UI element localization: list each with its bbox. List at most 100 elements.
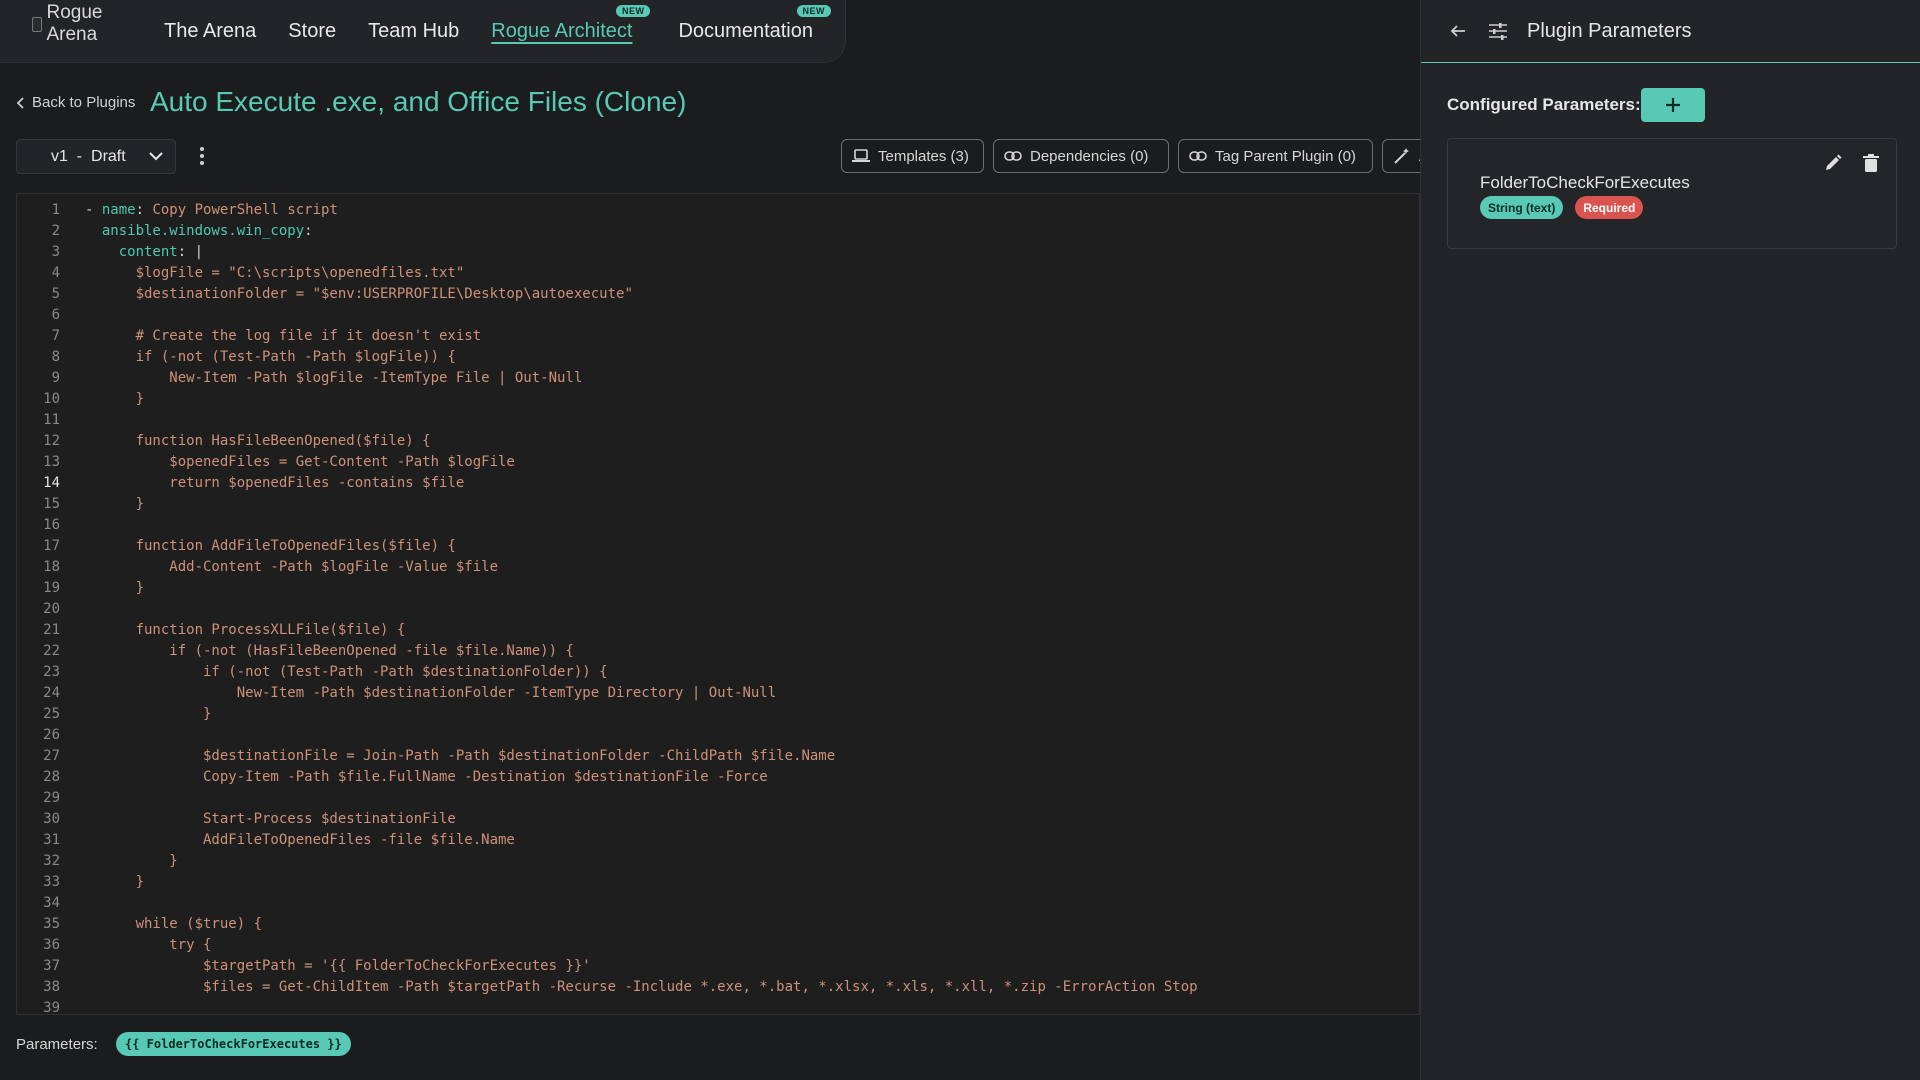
code-line[interactable]: 34 [17,893,1419,914]
edit-parameter-button[interactable] [1822,152,1844,174]
code-line[interactable]: 32 } [17,851,1419,872]
line-number: 4 [51,265,60,281]
parameter-chip[interactable]: {{ FolderToCheckForExecutes }} [116,1032,351,1056]
code-line[interactable]: 10 } [17,389,1419,410]
code-line[interactable]: 18 Add-Content -Path $logFile -Value $fi… [17,557,1419,578]
code-line[interactable]: 6 [17,305,1419,326]
templates-label: Templates (3) [878,147,969,165]
nav-item-label: Team Hub [368,19,460,42]
line-number: 31 [43,832,60,848]
line-number: 18 [43,559,60,575]
code-line[interactable]: 30 Start-Process $destinationFile [17,809,1419,830]
code-text: if (-not (HasFileBeenOpened -file $file.… [85,643,574,659]
app-root: Rogue Arena The Arena Store Team Hub Rog… [0,0,1920,1080]
more-options-button[interactable] [192,143,212,169]
nav-item-documentation[interactable]: Documentation NEW [678,4,831,43]
pencil-icon [1826,154,1842,170]
code-editor[interactable]: 1 - name: Copy PowerShell script 2 ansible… [16,193,1420,1015]
templates-button[interactable]: Templates (3) [841,139,984,173]
code-line[interactable]: 23 if (-not (Test-Path -Path $destinatio… [17,662,1419,683]
code-line[interactable]: 20 [17,599,1419,620]
code-line[interactable]: 24 New-Item -Path $destinationFolder -It… [17,683,1419,704]
nav-item-rogue-architect[interactable]: Rogue Architect NEW [491,4,651,43]
code-line[interactable]: 28 Copy-Item -Path $file.FullName -Desti… [17,767,1419,788]
required-badge: Required [1575,196,1644,219]
code-line[interactable]: 33 } [17,872,1419,893]
code-line[interactable]: 39 [17,998,1419,1015]
ai-assist-button[interactable]: A [1382,139,1420,173]
type-badge: String (text) [1480,196,1564,219]
code-line[interactable]: 29 [17,788,1419,809]
version-select-value: v1 - Draft [51,147,126,165]
code-line[interactable]: 27 $destinationFile = Join-Path -Path $d… [17,746,1419,767]
kebab-dot [200,161,204,165]
code-line[interactable]: 9 New-Item -Path $logFile -ItemType File… [17,368,1419,389]
code-line[interactable]: 31 AddFileToOpenedFiles -file $file.Name [17,830,1419,851]
dependencies-button[interactable]: Dependencies (0) [993,139,1169,173]
configured-parameters-label: Configured Parameters: [1447,95,1641,114]
code-text: Add-Content -Path $logFile -Value $file [85,559,499,575]
page-title: Auto Execute .exe, and Office Files (Clo… [150,86,687,117]
add-parameter-button[interactable] [1640,88,1705,122]
line-number: 30 [43,811,60,827]
line-number: 11 [43,412,60,428]
link-icon [1004,151,1022,161]
line-number: 12 [43,433,60,449]
arrow-left-icon[interactable] [1447,20,1469,42]
nav-item-store[interactable]: Store [288,20,336,43]
tag-parent-plugin-button[interactable]: Tag Parent Plugin (0) [1178,139,1373,173]
code-line[interactable]: 25 } [17,704,1419,725]
code-line[interactable]: 26 [17,725,1419,746]
code-line[interactable]: 17 function AddFileToOpenedFiles($file) … [17,536,1419,557]
code-line[interactable]: 2 ansible.windows.win_copy: [17,221,1419,242]
code-line[interactable]: 12 function HasFileBeenOpened($file) { [17,431,1419,452]
code-text: } [85,580,145,596]
code-line[interactable]: 7 # Create the log file if it doesn't ex… [17,326,1419,347]
line-number: 28 [43,769,60,785]
code-line[interactable]: 4 $logFile = "C:\scripts\openedfiles.txt… [17,263,1419,284]
kebab-dot [200,154,204,158]
code-text: $files = Get-ChildItem -Path $targetPath… [85,979,1198,995]
dependencies-label: Dependencies (0) [1030,147,1149,165]
code-text: Copy-Item -Path $file.FullName -Destinat… [85,769,768,785]
line-number: 21 [43,622,60,638]
delete-parameter-button[interactable] [1860,152,1882,174]
line-number: 13 [43,454,60,470]
code-text: ansible.windows.win_copy: [101,223,313,239]
code-line[interactable]: 35 while ($true) { [17,914,1419,935]
line-number: 23 [43,664,60,680]
line-number: 33 [43,874,60,890]
code-line[interactable]: 38 $files = Get-ChildItem -Path $targetP… [17,977,1419,998]
code-text: function HasFileBeenOpened($file) { [85,433,431,449]
line-number: 9 [51,370,60,386]
code-line[interactable]: 1 - name: Copy PowerShell script [17,200,1419,221]
code-line[interactable]: 14 return $openedFiles -contains $file [17,473,1419,494]
code-line[interactable]: 3 content: | [17,242,1419,263]
code-line[interactable]: 16 [17,515,1419,536]
code-line[interactable]: 19 } [17,578,1419,599]
parameter-badges: String (text) Required [1480,196,1644,219]
code-line[interactable]: 13 $openedFiles = Get-Content -Path $log… [17,452,1419,473]
line-number: 34 [43,895,60,911]
new-badge: NEW [615,4,651,17]
code-text: return $openedFiles -contains $file [85,475,465,491]
logo[interactable]: Rogue Arena [32,2,132,46]
code-line[interactable]: 11 [17,410,1419,431]
code-line[interactable]: 36 try { [17,935,1419,956]
code-text: content: | [118,244,204,260]
line-number: 39 [43,1000,60,1015]
version-select[interactable]: v1 - Draft [16,139,176,174]
nav-item-team-hub[interactable]: Team Hub [368,20,459,43]
code-line[interactable]: 37 $targetPath = '{{ FolderToCheckForExe… [17,956,1419,977]
code-line[interactable]: 5 $destinationFolder = "$env:USERPROFILE… [17,284,1419,305]
line-number: 19 [43,580,60,596]
line-number: 8 [51,349,60,365]
plugin-parameters-panel: Plugin Parameters Configured Parameters:… [1420,0,1920,1080]
nav-item-the-arena[interactable]: The Arena [164,20,256,43]
code-line[interactable]: 22 if (-not (HasFileBeenOpened -file $fi… [17,641,1419,662]
code-line[interactable]: 21 function ProcessXLLFile($file) { [17,620,1419,641]
code-line[interactable]: 8 if (-not (Test-Path -Path $logFile)) { [17,347,1419,368]
panel-header: Plugin Parameters [1421,0,1920,63]
back-to-plugins-link[interactable]: Back to Plugins [16,94,135,111]
code-line[interactable]: 15 } [17,494,1419,515]
